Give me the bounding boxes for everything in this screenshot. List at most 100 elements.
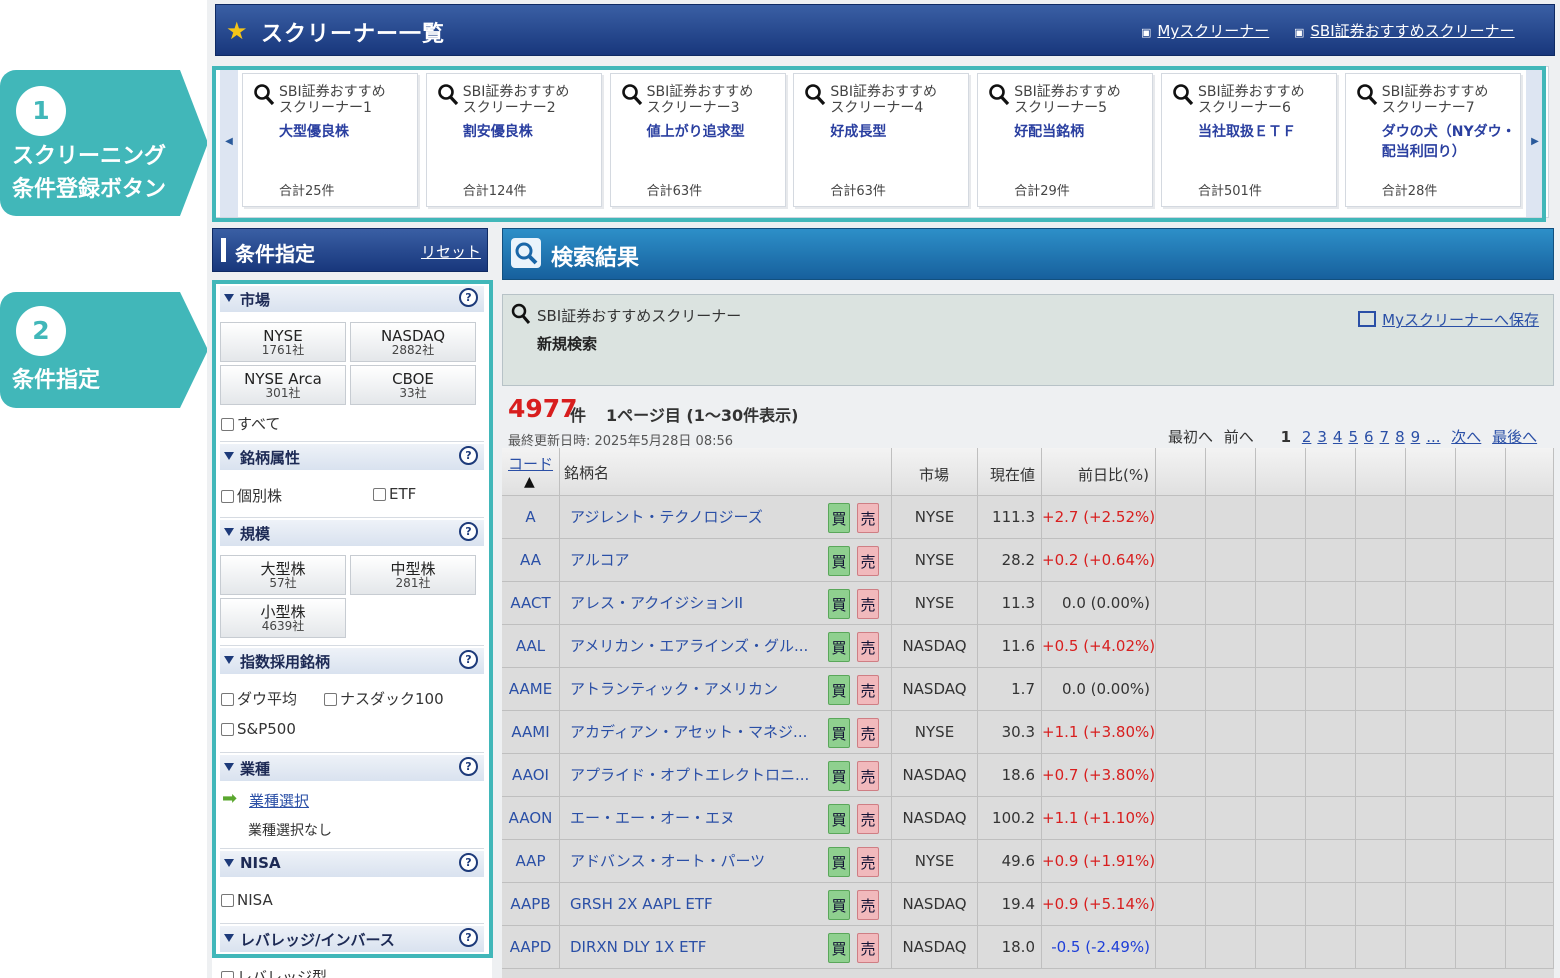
- cell-empty: [1456, 496, 1506, 539]
- cell-code[interactable]: AAPD: [502, 926, 560, 969]
- sell-button[interactable]: 売: [857, 632, 879, 662]
- pager-page-link[interactable]: 4: [1333, 428, 1343, 446]
- cell-empty: [1456, 668, 1506, 711]
- buy-button[interactable]: 買: [828, 761, 850, 791]
- buy-button[interactable]: 買: [828, 675, 850, 705]
- col-header-code[interactable]: コード ▲: [502, 448, 560, 496]
- buy-button[interactable]: 買: [828, 718, 850, 748]
- sell-button[interactable]: 売: [857, 890, 879, 920]
- my-screener-link[interactable]: ▣ Myスクリーナー: [1141, 20, 1269, 41]
- table-row: A アジレント・テクノロジーズ 買売 NYSE 111.3 +2.7 (+2.52%): [502, 496, 1554, 539]
- cell-code[interactable]: AAOI: [502, 754, 560, 797]
- cell-empty: [1356, 711, 1406, 754]
- cell-name[interactable]: エー・エー・オー・エヌ: [560, 809, 735, 827]
- cell-name[interactable]: アプライド・オプトエレクトロニ...: [560, 766, 809, 784]
- save-icon: [1358, 311, 1377, 327]
- cell-code[interactable]: AAL: [502, 625, 560, 668]
- leverage-checkbox[interactable]: レバレッジ型: [221, 966, 327, 978]
- cell-code[interactable]: AAMI: [502, 711, 560, 754]
- pager-last[interactable]: 最後へ: [1492, 428, 1537, 446]
- cell-change: 0.0 (0.00%): [1042, 582, 1156, 625]
- header-bar-icon: [221, 238, 226, 262]
- cell-code[interactable]: AA: [502, 539, 560, 582]
- cell-price: 100.2: [978, 797, 1042, 840]
- cell-empty: [1156, 797, 1206, 840]
- code-sort-link[interactable]: コード: [508, 453, 553, 474]
- table-row: AAME アトランティック・アメリカン 買売 NASDAQ 1.7 0.0 (0.00%): [502, 668, 1554, 711]
- cell-price: 11.6: [978, 625, 1042, 668]
- col-header-empty: [1306, 448, 1356, 496]
- cell-empty: [1256, 539, 1306, 582]
- col-header-name: 銘柄名: [560, 448, 892, 496]
- cell-code[interactable]: AAME: [502, 668, 560, 711]
- cell-empty: [1506, 539, 1554, 582]
- cell-code[interactable]: AAON: [502, 797, 560, 840]
- reset-link[interactable]: リセット: [421, 241, 481, 262]
- sell-button[interactable]: 売: [857, 675, 879, 705]
- cell-code[interactable]: AAP: [502, 840, 560, 883]
- sell-button[interactable]: 売: [857, 804, 879, 834]
- buy-button[interactable]: 買: [828, 890, 850, 920]
- buy-button[interactable]: 買: [828, 847, 850, 877]
- save-to-my-screener-link[interactable]: Myスクリーナーへ保存: [1358, 309, 1539, 330]
- col-header-market: 市場: [892, 448, 978, 496]
- buy-button[interactable]: 買: [828, 589, 850, 619]
- cell-empty: [1206, 582, 1256, 625]
- buy-button[interactable]: 買: [828, 933, 850, 963]
- cell-empty: [1456, 797, 1506, 840]
- cell-name[interactable]: DIRXN DLY 1X ETF: [560, 938, 706, 956]
- sell-button[interactable]: 売: [857, 589, 879, 619]
- pager-prev[interactable]: 前へ: [1224, 428, 1254, 446]
- cell-empty: [1356, 754, 1406, 797]
- col-header-empty: [1156, 448, 1206, 496]
- cell-code[interactable]: AACT: [502, 582, 560, 625]
- sell-button[interactable]: 売: [857, 546, 879, 576]
- pagination: 最初へ 前へ 1 2 3 4 5 6 7 8 9... 次へ 最後へ: [1168, 426, 1537, 447]
- cell-name[interactable]: アジレント・テクノロジーズ: [560, 508, 763, 526]
- cell-empty: [1506, 668, 1554, 711]
- cell-empty: [1356, 539, 1406, 582]
- pager-page-link[interactable]: 3: [1317, 428, 1327, 446]
- sell-button[interactable]: 売: [857, 847, 879, 877]
- sell-button[interactable]: 売: [857, 718, 879, 748]
- cell-empty: [1206, 883, 1256, 926]
- cell-price: 49.6: [978, 840, 1042, 883]
- results-table: コード ▲ 銘柄名 市場 現在値 前日比(%) A アジレント・テクノロジーズ買売…: [502, 448, 1554, 978]
- highlight-box-1: [212, 66, 1546, 222]
- pager-page-link[interactable]: 8: [1395, 428, 1405, 446]
- pager-next[interactable]: 次へ: [1451, 428, 1481, 446]
- sell-button[interactable]: 売: [857, 761, 879, 791]
- sell-button[interactable]: 売: [857, 933, 879, 963]
- cell-change: +0.9 (+1.91%): [1042, 840, 1156, 883]
- col-header-empty: [1506, 448, 1554, 496]
- buy-button[interactable]: 買: [828, 546, 850, 576]
- cell-empty: [1306, 754, 1356, 797]
- cell-change: +1.1 (+3.80%): [1042, 711, 1156, 754]
- pager-page-link[interactable]: 9: [1411, 428, 1421, 446]
- cell-name[interactable]: アカディアン・アセット・マネジ...: [560, 723, 807, 741]
- cell-name[interactable]: アルコア: [560, 551, 630, 569]
- cell-empty: [1206, 797, 1256, 840]
- cell-code[interactable]: AAPB: [502, 883, 560, 926]
- pager-page-link[interactable]: 6: [1364, 428, 1374, 446]
- buy-button[interactable]: 買: [828, 503, 850, 533]
- pager-page-link[interactable]: 2: [1302, 428, 1312, 446]
- cell-code[interactable]: A: [502, 496, 560, 539]
- pager-first[interactable]: 最初へ: [1168, 428, 1213, 446]
- cell-name[interactable]: アメリカン・エアラインズ・グル...: [560, 637, 808, 655]
- cell-name-wrap: アドバンス・オート・パーツ 買売: [560, 840, 892, 883]
- cell-empty: [1256, 797, 1306, 840]
- checkbox-box[interactable]: [221, 971, 234, 978]
- pager-page-link[interactable]: 7: [1380, 428, 1390, 446]
- pager-page-link[interactable]: 5: [1348, 428, 1358, 446]
- sell-button[interactable]: 売: [857, 503, 879, 533]
- buy-button[interactable]: 買: [828, 632, 850, 662]
- sbi-recommended-link[interactable]: ▣ SBI証券おすすめスクリーナー: [1294, 20, 1515, 41]
- cell-name[interactable]: GRSH 2X AAPL ETF: [560, 895, 713, 913]
- sbi-recommended-link-label: SBI証券おすすめスクリーナー: [1310, 22, 1515, 40]
- pager-page-link[interactable]: ...: [1426, 428, 1440, 446]
- cell-name[interactable]: アトランティック・アメリカン: [560, 680, 778, 698]
- buy-button[interactable]: 買: [828, 804, 850, 834]
- cell-name[interactable]: アレス・アクイジションII: [560, 594, 743, 612]
- cell-name[interactable]: アドバンス・オート・パーツ: [560, 852, 765, 870]
